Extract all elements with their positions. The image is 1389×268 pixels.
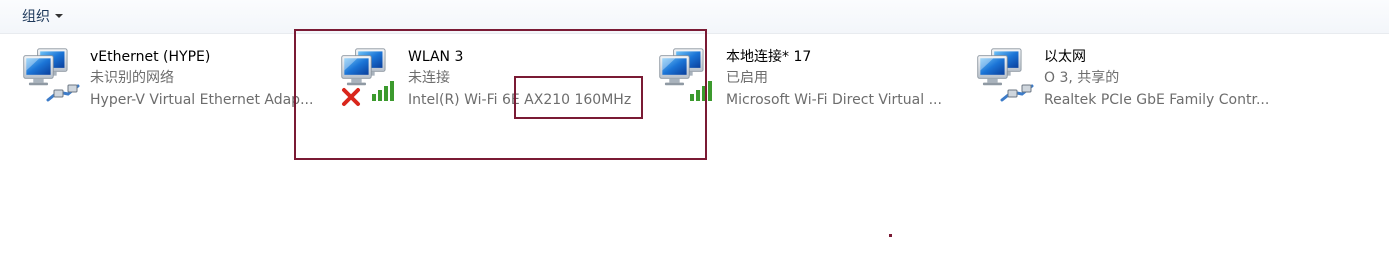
- adapter-status: 未连接: [408, 70, 450, 86]
- adapter-item-wlan3[interactable]: WLAN 3 未连接 Intel(R) Wi-Fi 6E AX210 160MH…: [340, 42, 648, 108]
- disconnected-x-icon: [340, 86, 362, 108]
- annotation-dot: [889, 234, 892, 237]
- adapter-name: vEthernet (HYPE): [90, 49, 211, 65]
- adapter-status: 未识别的网络: [90, 70, 174, 86]
- organize-menu-button[interactable]: 组织: [14, 3, 71, 29]
- network-adapter-icon: [976, 42, 1036, 104]
- organize-label: 组织: [22, 9, 50, 25]
- adapter-name: WLAN 3: [408, 49, 464, 65]
- adapter-status: O 3, 共享的: [1044, 70, 1120, 86]
- chevron-down-icon: [55, 14, 63, 18]
- adapter-name: 本地连接* 17: [726, 49, 812, 65]
- adapter-device: Realtek PCIe GbE Family Contr...: [1044, 92, 1270, 108]
- adapter-device: Microsoft Wi-Fi Direct Virtual ...: [726, 92, 942, 108]
- adapter-item-ethernet[interactable]: 以太网 O 3, 共享的 Realtek PCIe GbE Family Con…: [976, 42, 1284, 108]
- adapter-device: Intel(R) Wi-Fi 6E AX210 160MHz: [408, 92, 632, 108]
- adapter-device: Hyper-V Virtual Ethernet Adap...: [90, 92, 314, 108]
- ethernet-cable-icon: [46, 82, 80, 104]
- adapter-item-vethernet[interactable]: vEthernet (HYPE) 未识别的网络 Hyper-V Virtual …: [22, 42, 328, 108]
- adapter-status: 已启用: [726, 70, 768, 86]
- wifi-signal-icon: [370, 78, 398, 102]
- adapter-name: 以太网: [1044, 49, 1086, 65]
- ethernet-cable-icon: [1000, 82, 1034, 104]
- network-adapter-icon: [658, 42, 718, 104]
- adapter-item-local-connection-17[interactable]: 本地连接* 17 已启用 Microsoft Wi-Fi Direct Virt…: [658, 42, 962, 108]
- wifi-signal-icon: [688, 78, 716, 102]
- network-adapter-icon: [340, 42, 400, 104]
- command-bar: 组织: [0, 0, 1389, 34]
- network-adapter-icon: [22, 42, 82, 104]
